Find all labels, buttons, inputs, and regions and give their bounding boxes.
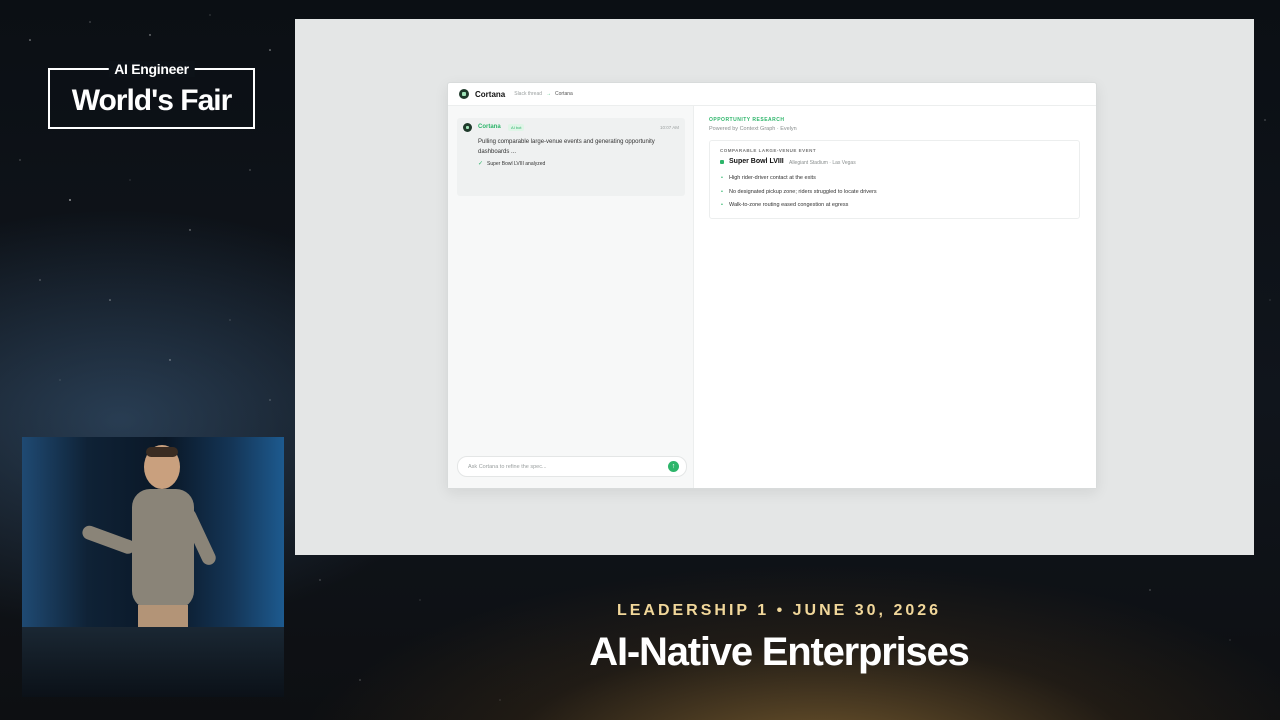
event-title: Super Bowl LVIII	[729, 158, 784, 165]
section-eyebrow: OPPORTUNITY RESEARCH	[709, 117, 785, 123]
list-item: • Walk-to-zone routing eased congestion a…	[721, 202, 849, 208]
app-title: Cortana	[475, 89, 506, 99]
logo-top-text: AI Engineer	[108, 61, 195, 77]
presentation-slide: Cortana Slack thread → Cortana Cortana A…	[295, 19, 1254, 555]
speaker-camera-feed	[22, 437, 284, 697]
cortana-app-window: Cortana Slack thread → Cortana Cortana A…	[447, 82, 1097, 489]
breadcrumb-current: Cortana	[555, 91, 573, 97]
breadcrumb-parent[interactable]: Slack thread	[514, 91, 542, 97]
camera-stage-floor	[22, 627, 284, 697]
message-status: Super Bowl LVIII analyzed	[487, 161, 546, 167]
comparable-event-card: COMPARABLE LARGE-VENUE EVENT Super Bowl …	[709, 140, 1080, 219]
bot-message: Cortana AI bot 10:07 AM Pulling comparab…	[457, 118, 685, 196]
chat-pane: Cortana AI bot 10:07 AM Pulling comparab…	[448, 106, 694, 488]
talk-title: AI-Native Enterprises	[589, 630, 970, 674]
logo-main-text: World's Fair	[71, 84, 233, 117]
message-sender: Cortana	[478, 124, 501, 130]
worlds-fair-logo: AI Engineer World's Fair	[48, 61, 255, 129]
bot-avatar-icon	[463, 123, 472, 132]
session-line: LEADERSHIP 1 • JUNE 30, 2026	[616, 602, 942, 619]
bullet-icon: •	[721, 175, 723, 181]
check-icon: ✓	[478, 161, 484, 167]
section-subtitle: Powered by Context Graph · Evelyn	[709, 126, 797, 132]
message-text: Pulling comparable large-venue events an…	[478, 139, 655, 155]
send-button[interactable]: ↑	[668, 461, 679, 472]
app-header: Cortana Slack thread → Cortana	[448, 83, 1096, 106]
event-marker-icon	[720, 160, 724, 164]
event-meta: Allegiant Stadium · Las Vegas	[789, 160, 856, 166]
bullet-icon: •	[721, 202, 723, 208]
event-findings-list: • High rider-driver contact at the exits …	[720, 175, 877, 216]
cortana-logo-icon	[459, 89, 469, 99]
bullet-icon: •	[721, 188, 723, 195]
list-item: • No designated pickup zone; riders strug…	[721, 188, 877, 195]
chat-input[interactable]	[466, 457, 660, 476]
event-card-eyebrow: COMPARABLE LARGE-VENUE EVENT	[720, 148, 817, 153]
message-timestamp: 10:07 AM	[659, 125, 679, 130]
list-item: • High rider-driver contact at the exits	[721, 175, 816, 181]
breadcrumb-arrow-icon: →	[546, 91, 552, 97]
chat-input-bar: ↑	[457, 456, 687, 477]
ai-bot-badge: AI bot	[508, 124, 525, 131]
research-pane: OPPORTUNITY RESEARCH Powered by Context …	[694, 106, 1096, 488]
